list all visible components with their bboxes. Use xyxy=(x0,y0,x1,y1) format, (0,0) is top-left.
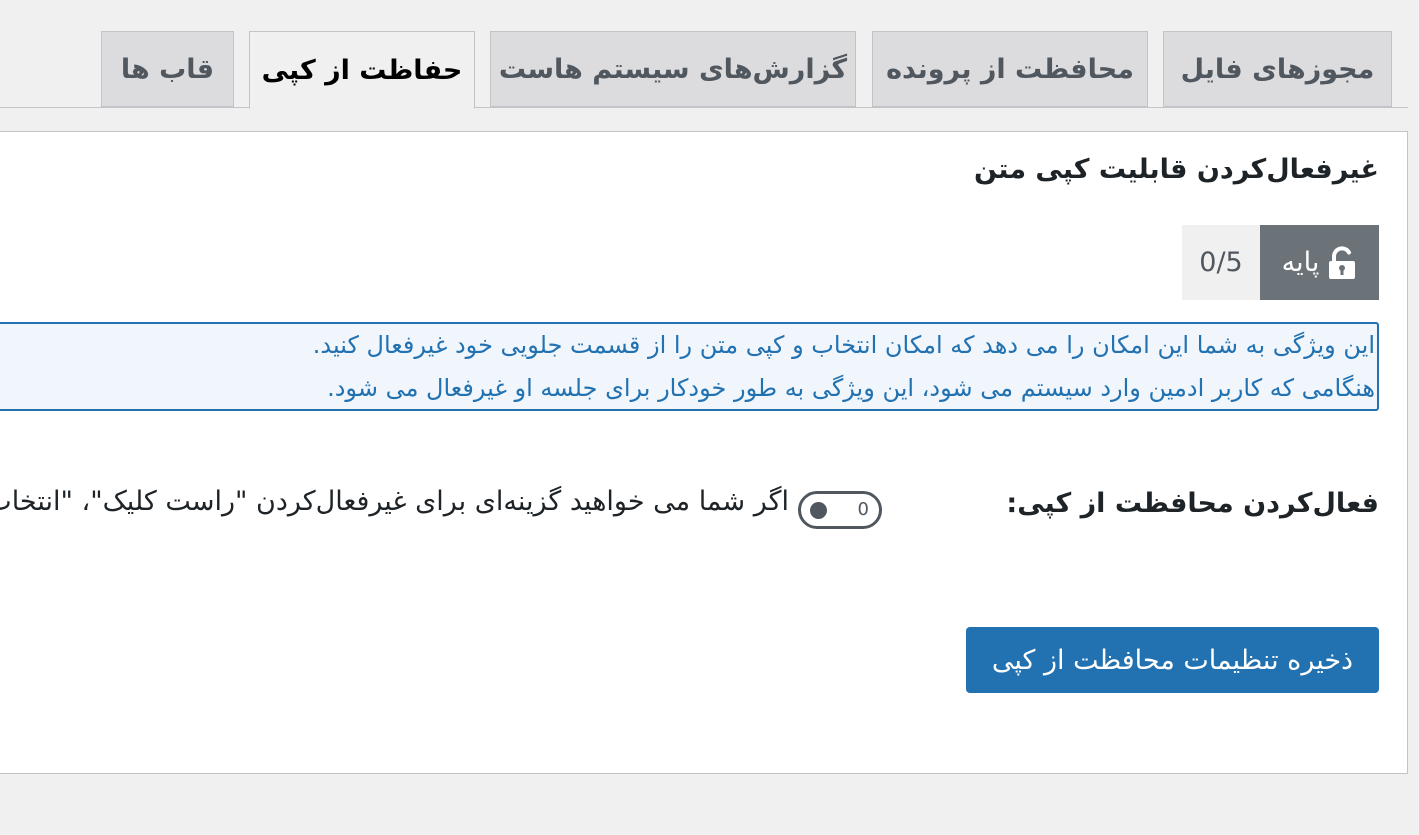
toggle-knob xyxy=(810,502,827,519)
tab-host-system-logs[interactable]: گزارش‌های سیستم هاست xyxy=(490,31,856,107)
badge-label: پایه xyxy=(1281,247,1320,278)
tab-file-permissions[interactable]: مجوزهای فایل xyxy=(1163,31,1392,107)
save-copy-protection-button[interactable]: ذخیره تنظیمات محافظت از کپی xyxy=(966,627,1379,693)
feature-level-badge: پایه 0/5 xyxy=(1182,225,1379,300)
badge-count: 0/5 xyxy=(1182,225,1260,300)
tab-frames[interactable]: قاب ها xyxy=(101,31,234,107)
info-line-2: هنگامی که کاربر ادمین وارد سیستم می شود،… xyxy=(327,374,1375,402)
tabs-divider xyxy=(0,107,1408,108)
copy-protection-description: اگر شما می خواهید گزینه‌ای برای غیرفعال‌… xyxy=(0,486,789,517)
copy-protection-toggle[interactable]: 0 xyxy=(798,491,882,529)
toggle-state-text: 0 xyxy=(857,499,869,520)
tab-copy-protection[interactable]: حفاظت از کپی xyxy=(249,31,475,109)
info-notice: این ویژگی به شما این امکان را می دهد که … xyxy=(0,322,1379,411)
copy-protection-label: فعال‌کردن محافظت از کپی: xyxy=(1006,488,1379,519)
section-title: غیرفعال‌کردن قابلیت کپی متن xyxy=(974,154,1379,185)
settings-page: مجوزهای فایل محافظت از پرونده گزارش‌های … xyxy=(0,0,1419,835)
tab-bar: مجوزهای فایل محافظت از پرونده گزارش‌های … xyxy=(0,0,1419,109)
badge-level: پایه xyxy=(1260,225,1379,300)
tab-file-protection[interactable]: محافظت از پرونده xyxy=(872,31,1148,107)
unlock-icon xyxy=(1327,245,1357,280)
info-line-1: این ویژگی به شما این امکان را می دهد که … xyxy=(312,331,1375,359)
